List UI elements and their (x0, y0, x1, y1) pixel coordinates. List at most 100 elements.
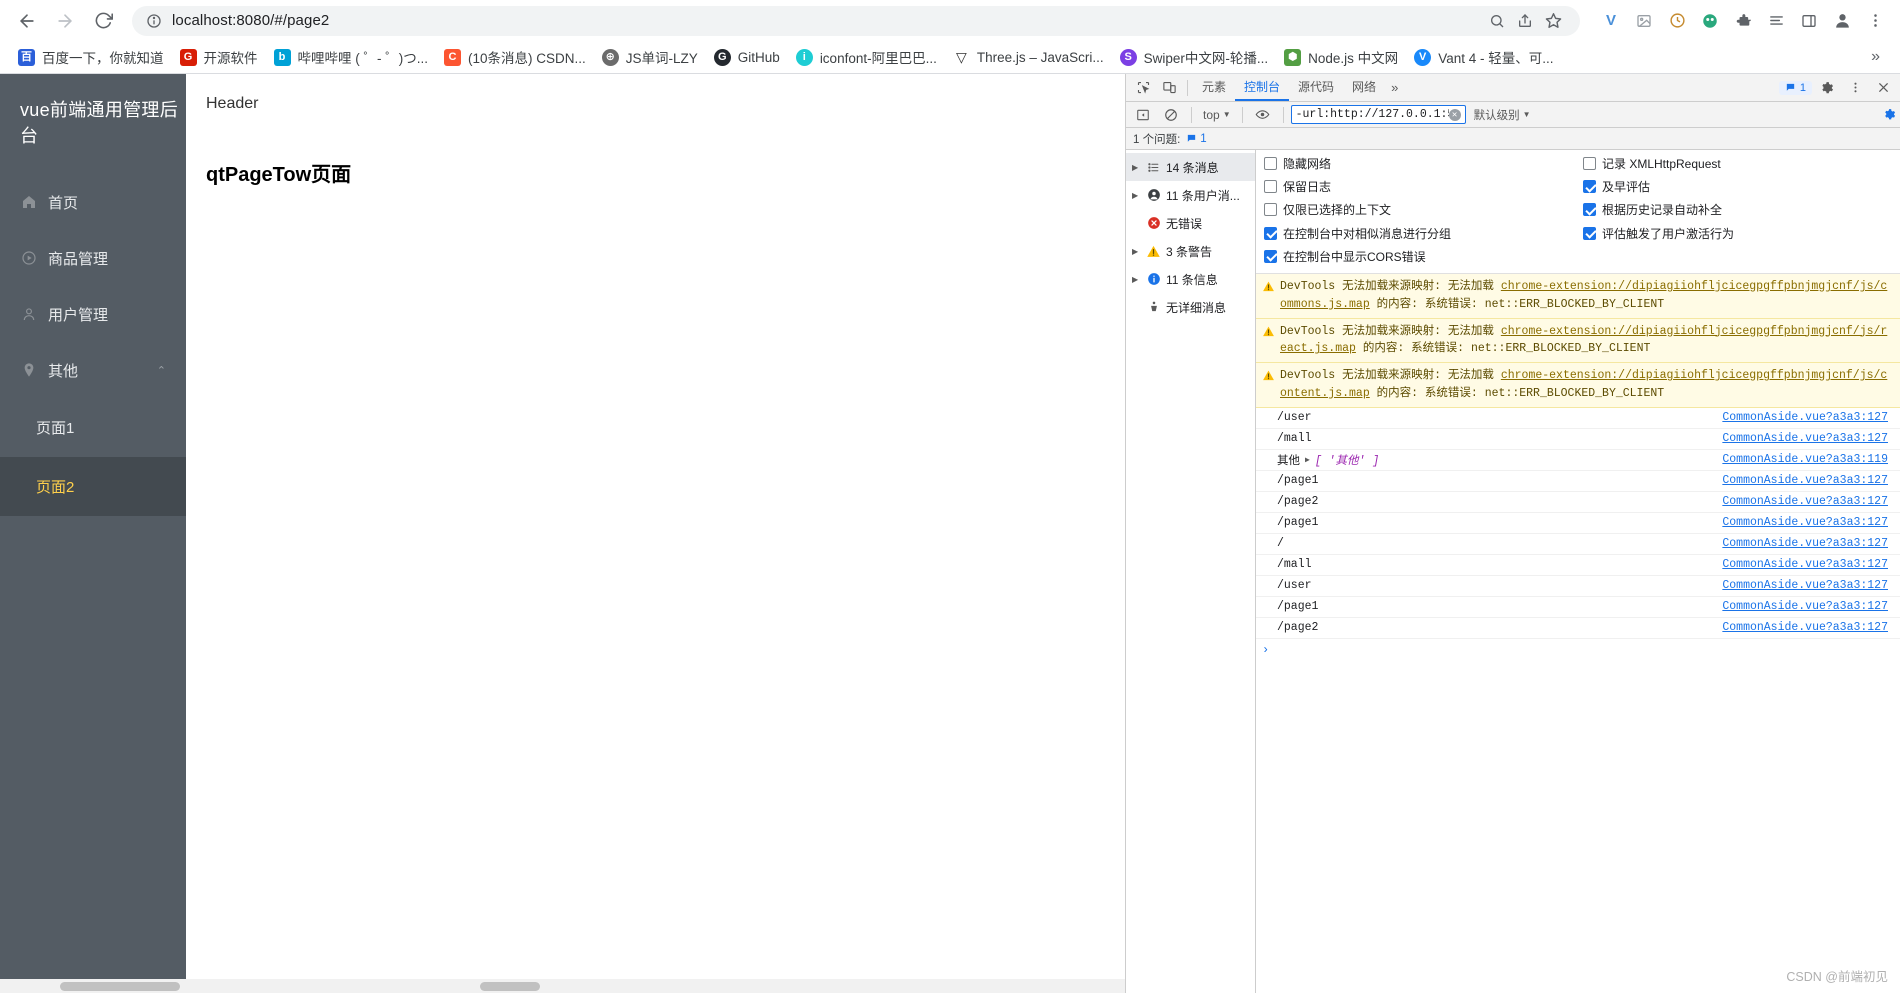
console-filter-input[interactable]: -url:http://127.0.0.1:5173/sr ✕ (1290, 105, 1466, 124)
sidebar-item-page1[interactable]: 页面1 (0, 398, 186, 457)
bookmark-item[interactable]: ▽ Three.js – JavaScri... (945, 45, 1112, 70)
devtools-more-menu-icon[interactable] (1842, 75, 1868, 101)
bookmark-item[interactable]: G GitHub (706, 45, 788, 70)
green-extension-icon[interactable] (1695, 6, 1725, 36)
bookmark-item[interactable]: S Swiper中文网-轮播... (1112, 43, 1277, 71)
scrollbar-thumb[interactable] (60, 982, 180, 991)
puzzle-extensions-icon[interactable] (1728, 6, 1758, 36)
sidebar-item-page2[interactable]: 页面2 (0, 457, 186, 516)
profile-avatar-icon[interactable] (1827, 6, 1857, 36)
setting-group-similar[interactable]: 在控制台中对相似消息进行分组 (1264, 226, 1573, 242)
checkbox[interactable] (1264, 203, 1277, 217)
setting-user-activation[interactable]: 评估触发了用户激活行为 (1583, 226, 1892, 242)
console-log-source[interactable]: CommonAside.vue?a3a3:127 (1722, 474, 1894, 487)
bookmark-item[interactable]: G 开源软件 (172, 43, 266, 71)
expand-triangle-icon[interactable]: ▶ (1132, 163, 1141, 172)
setting-selected-context-only[interactable]: 仅限已选择的上下文 (1264, 202, 1573, 218)
console-log-entry[interactable]: /page2 CommonAside.vue?a3a3:127 (1256, 492, 1900, 513)
issues-badge[interactable]: 1 (1778, 80, 1812, 95)
console-sidebar-info[interactable]: ▶ 11 条信息 (1126, 265, 1255, 293)
console-sidebar-all-messages[interactable]: ▶ 14 条消息 (1126, 153, 1255, 181)
vimium-extension-icon[interactable]: V (1596, 6, 1626, 36)
share-icon[interactable] (1512, 8, 1538, 34)
bookmark-star-icon[interactable] (1540, 8, 1566, 34)
browser-menu-icon[interactable] (1860, 6, 1890, 36)
bookmarks-overflow-button[interactable]: » (1861, 48, 1890, 66)
console-log-entry[interactable]: /mall CommonAside.vue?a3a3:127 (1256, 555, 1900, 576)
console-log-entry-expandable[interactable]: 其他 ▶ [ '其他' ] CommonAside.vue?a3a3:119 (1256, 450, 1900, 471)
console-log-source[interactable]: CommonAside.vue?a3a3:127 (1722, 600, 1894, 613)
sidebar-item-home[interactable]: 首页 (0, 174, 186, 230)
reload-button[interactable] (86, 4, 120, 38)
checkbox[interactable] (1264, 180, 1277, 194)
console-log-entry[interactable]: / CommonAside.vue?a3a3:127 (1256, 534, 1900, 555)
console-sidebar-toggle-icon[interactable] (1130, 102, 1156, 128)
bookmark-item[interactable]: ⬢ Node.js 中文网 (1276, 43, 1406, 71)
bookmark-item[interactable]: i iconfont-阿里巴巴... (788, 43, 945, 71)
sidebar-item-other[interactable]: 其他 ⌃ (0, 342, 186, 398)
tab-network[interactable]: 网络 (1343, 74, 1385, 101)
console-log-entry[interactable]: /user CommonAside.vue?a3a3:127 (1256, 408, 1900, 429)
checkbox[interactable] (1583, 226, 1596, 240)
console-log-entry[interactable]: /user CommonAside.vue?a3a3:127 (1256, 576, 1900, 597)
bookmark-item[interactable]: 百 百度一下，你就知道 (10, 43, 172, 71)
expand-triangle-icon[interactable]: ▶ (1132, 247, 1141, 256)
devtools-settings-gear-icon[interactable] (1814, 75, 1840, 101)
forward-button[interactable] (48, 4, 82, 38)
sidebar-item-users[interactable]: 用户管理 (0, 286, 186, 342)
console-log-entry[interactable]: /page2 CommonAside.vue?a3a3:127 (1256, 618, 1900, 639)
console-sidebar-errors[interactable]: 无错误 (1126, 209, 1255, 237)
setting-preserve-log[interactable]: 保留日志 (1264, 179, 1573, 195)
horizontal-scrollbar[interactable] (0, 979, 1125, 993)
console-log-entry[interactable]: /mall CommonAside.vue?a3a3:127 (1256, 429, 1900, 450)
console-log-source[interactable]: CommonAside.vue?a3a3:127 (1722, 516, 1894, 529)
scrollbar-thumb-secondary[interactable] (480, 982, 540, 991)
console-log-source[interactable]: CommonAside.vue?a3a3:127 (1722, 432, 1894, 445)
console-log-source[interactable]: CommonAside.vue?a3a3:127 (1722, 537, 1894, 550)
checkbox[interactable] (1583, 157, 1596, 170)
tabs-overflow-button[interactable]: » (1385, 80, 1404, 95)
setting-show-cors-errors[interactable]: 在控制台中显示CORS错误 (1264, 249, 1573, 265)
console-log-source[interactable]: CommonAside.vue?a3a3:127 (1722, 495, 1894, 508)
devtools-close-icon[interactable] (1870, 75, 1896, 101)
inspect-element-icon[interactable] (1130, 75, 1156, 101)
bookmark-item[interactable]: ⊕ JS单词-LZY (594, 43, 706, 71)
setting-autocomplete-history[interactable]: 根据历史记录自动补全 (1583, 202, 1892, 218)
checkbox[interactable] (1264, 226, 1277, 240)
console-log-source[interactable]: CommonAside.vue?a3a3:127 (1722, 621, 1894, 634)
checkbox[interactable] (1264, 157, 1277, 170)
checkbox[interactable] (1583, 203, 1596, 217)
console-prompt[interactable]: › (1256, 639, 1900, 661)
reading-list-icon[interactable] (1761, 6, 1791, 36)
side-panel-icon[interactable] (1794, 6, 1824, 36)
clear-console-icon[interactable] (1158, 102, 1184, 128)
clear-filter-icon[interactable]: ✕ (1448, 108, 1461, 121)
device-toolbar-icon[interactable] (1156, 75, 1182, 101)
site-info-icon[interactable] (146, 13, 162, 29)
zoom-search-icon[interactable] (1484, 8, 1510, 34)
back-button[interactable] (10, 4, 44, 38)
console-log-entry[interactable]: /page1 CommonAside.vue?a3a3:127 (1256, 471, 1900, 492)
tab-console[interactable]: 控制台 (1235, 74, 1290, 101)
checkbox[interactable] (1583, 180, 1596, 194)
console-log-entry[interactable]: /page1 CommonAside.vue?a3a3:127 (1256, 597, 1900, 618)
expand-triangle-icon[interactable]: ▶ (1305, 455, 1310, 465)
console-log-source[interactable]: CommonAside.vue?a3a3:127 (1722, 411, 1894, 424)
console-sidebar-user-messages[interactable]: ▶ 11 条用户消... (1126, 181, 1255, 209)
console-settings-gear-icon[interactable] (1883, 108, 1896, 121)
setting-hide-network[interactable]: 隐藏网络 (1264, 156, 1573, 172)
tab-elements[interactable]: 元素 (1193, 74, 1235, 101)
execution-context-selector[interactable]: top ▼ (1199, 108, 1235, 122)
console-warning-message[interactable]: DevTools 无法加载来源映射: 无法加载 chrome-extension… (1256, 318, 1900, 364)
expand-triangle-icon[interactable]: ▶ (1132, 275, 1141, 284)
setting-eager-eval[interactable]: 及早评估 (1583, 179, 1892, 195)
bookmark-item[interactable]: b 哔哩哔哩 ( ゜- ゜)つ... (266, 43, 437, 71)
console-log-source[interactable]: CommonAside.vue?a3a3:119 (1722, 453, 1894, 466)
setting-log-xhr[interactable]: 记录 XMLHttpRequest (1583, 156, 1892, 172)
console-log-source[interactable]: CommonAside.vue?a3a3:127 (1722, 579, 1894, 592)
console-warning-message[interactable]: DevTools 无法加载来源映射: 无法加载 chrome-extension… (1256, 273, 1900, 319)
console-log-list[interactable]: DevTools 无法加载来源映射: 无法加载 chrome-extension… (1256, 273, 1900, 993)
clock-extension-icon[interactable] (1662, 6, 1692, 36)
tab-sources[interactable]: 源代码 (1289, 74, 1343, 101)
console-warning-message[interactable]: DevTools 无法加载来源映射: 无法加载 chrome-extension… (1256, 363, 1900, 408)
